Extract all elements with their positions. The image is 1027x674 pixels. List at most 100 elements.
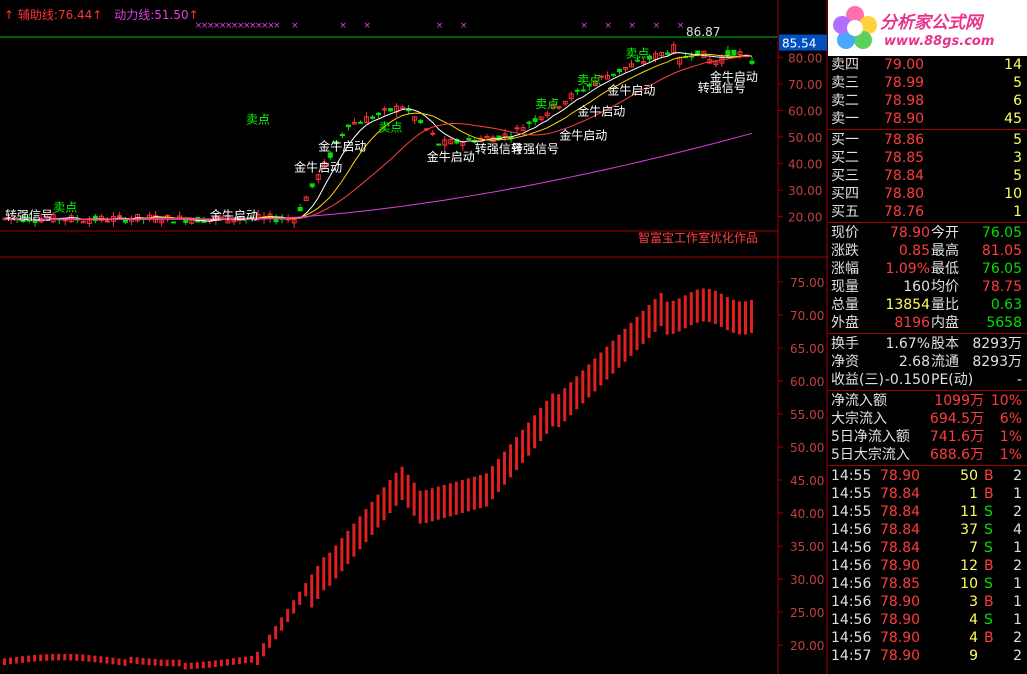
stat-value: 160 xyxy=(903,279,930,295)
bid-row: 买二 78.85 3 xyxy=(828,149,1027,167)
ask-row: 卖三 78.99 5 xyxy=(828,74,1027,92)
sub-band-bar xyxy=(611,340,615,374)
tick-time: 14:56 xyxy=(831,576,872,592)
sub-band-bar xyxy=(201,661,205,669)
tick-side: B xyxy=(984,630,994,646)
sub-band-bar xyxy=(623,328,627,362)
sub-band-bar xyxy=(370,501,374,535)
sub-band-bar xyxy=(635,316,639,350)
tick-count: 2 xyxy=(1013,648,1022,664)
sub-band-bar xyxy=(575,376,579,410)
kline-chart[interactable]: 80.00 70.00 60.00 50.00 40.00 30.00 20.00 75.00… xyxy=(0,0,828,674)
sub-band-bar xyxy=(659,293,663,327)
flow-label: 大宗流入 xyxy=(831,411,887,427)
tick-count: 1 xyxy=(1013,576,1022,592)
ask-volume: 5 xyxy=(1013,75,1022,91)
tick-count: 1 xyxy=(1013,612,1022,628)
stat-value: 0.63 xyxy=(990,297,1022,313)
signal-x-marker: × xyxy=(339,21,347,31)
sub-band-bar xyxy=(587,364,591,398)
sub-band-bar xyxy=(484,473,488,507)
stat-label: 股本 xyxy=(931,336,959,352)
legend-aux-label: 辅助线: xyxy=(17,8,58,22)
signal-label: 金牛启动 xyxy=(294,160,342,175)
signal-label: 金牛启动 xyxy=(559,128,607,143)
sub-band-bar xyxy=(737,301,741,335)
sub-band-bar xyxy=(213,660,217,668)
flow-percent: 6% xyxy=(999,411,1022,427)
signal-label: 金牛启动 xyxy=(607,82,655,97)
sub-band-bar xyxy=(292,600,296,614)
signal-x-marker: × xyxy=(436,21,444,31)
sub-band-bar xyxy=(147,658,151,666)
ask-label: 卖一 xyxy=(831,111,859,127)
sub-band-bar xyxy=(466,478,470,512)
sub-band-bar xyxy=(515,437,519,471)
candle-body xyxy=(731,49,737,56)
candle-body xyxy=(616,68,622,73)
bid-row: 买五 78.76 1 xyxy=(828,203,1027,221)
stat-value: 8293万 xyxy=(972,336,1022,352)
bid-label: 买二 xyxy=(831,150,859,166)
signal-x-marker: × xyxy=(291,21,299,31)
sub-band-bar xyxy=(286,608,290,623)
candle-body xyxy=(369,116,375,119)
candle-body xyxy=(610,73,616,76)
stat-value: - xyxy=(1016,372,1022,388)
flow-percent: 10% xyxy=(990,393,1022,409)
sub-band-bar xyxy=(165,659,169,667)
sub-band-bar xyxy=(599,352,603,386)
stat-label: PE(动) xyxy=(931,372,974,388)
legend-aux-arrow: ↑ xyxy=(4,8,15,22)
tick-volume: 50 xyxy=(960,468,978,484)
tick-count: 1 xyxy=(1013,594,1022,610)
sub-band-bar xyxy=(430,488,434,522)
flow-row: 5日大宗流入 688.6万 1% xyxy=(828,446,1027,464)
tick-price: 78.90 xyxy=(880,468,921,484)
tick-time: 14:56 xyxy=(831,540,872,556)
candle-body xyxy=(749,60,755,64)
stat-row: 现量 160 均价 78.75 xyxy=(828,278,1027,296)
sub-band-bar xyxy=(400,466,404,500)
signal-x-marker: × xyxy=(604,21,612,31)
sub-band-bar xyxy=(352,523,356,557)
candle-body xyxy=(297,206,303,212)
sub-band-bar xyxy=(316,565,320,599)
sub-band-bar xyxy=(424,489,428,523)
tick-count: 2 xyxy=(1013,468,1022,484)
signal-x-marker: × xyxy=(460,21,468,31)
stat-value: 78.90 xyxy=(889,225,930,241)
stat-value: 76.05 xyxy=(981,261,1022,277)
tick-count: 2 xyxy=(1013,504,1022,520)
sub-band-bar xyxy=(647,304,651,338)
tick-side: S xyxy=(984,540,993,556)
sub-band-bar xyxy=(394,472,398,506)
sub-band-bar xyxy=(406,474,410,508)
sub-band-bar xyxy=(605,346,609,380)
sub-band-bar xyxy=(527,422,531,456)
chart-area[interactable]: 80.00 70.00 60.00 50.00 40.00 30.00 20.00 75.00… xyxy=(0,0,828,674)
tick-row: 14:56 78.85 10 S 1 xyxy=(828,575,1027,593)
sub-tick-label: 40.00 xyxy=(790,507,824,521)
candle-body xyxy=(574,89,580,92)
sub-band-bar xyxy=(364,509,368,543)
tick-side: B xyxy=(984,558,994,574)
tick-side: S xyxy=(984,522,993,538)
logo-url: www.88gs.com xyxy=(884,34,995,49)
sub-band-bar xyxy=(310,574,314,608)
candle-body xyxy=(309,183,315,188)
bid-volume: 10 xyxy=(1004,186,1022,202)
signal-x-marker: × xyxy=(363,21,371,31)
sub-band-bar xyxy=(569,382,573,416)
tick-volume: 7 xyxy=(969,540,978,556)
tick-time: 14:56 xyxy=(831,630,872,646)
sub-tick-label: 65.00 xyxy=(790,342,824,356)
stat-value: 1.09% xyxy=(885,261,930,277)
sub-band-bar xyxy=(328,552,332,586)
sub-band-bar xyxy=(376,494,380,528)
ask-volume: 14 xyxy=(1004,57,1022,73)
sub-band-bar xyxy=(509,444,513,478)
tick-row: 14:55 78.90 50 B 2 xyxy=(828,467,1027,485)
tick-row: 14:57 78.90 9 2 xyxy=(828,647,1027,665)
credit-label: 智富宝工作室优化作品 xyxy=(638,230,758,245)
